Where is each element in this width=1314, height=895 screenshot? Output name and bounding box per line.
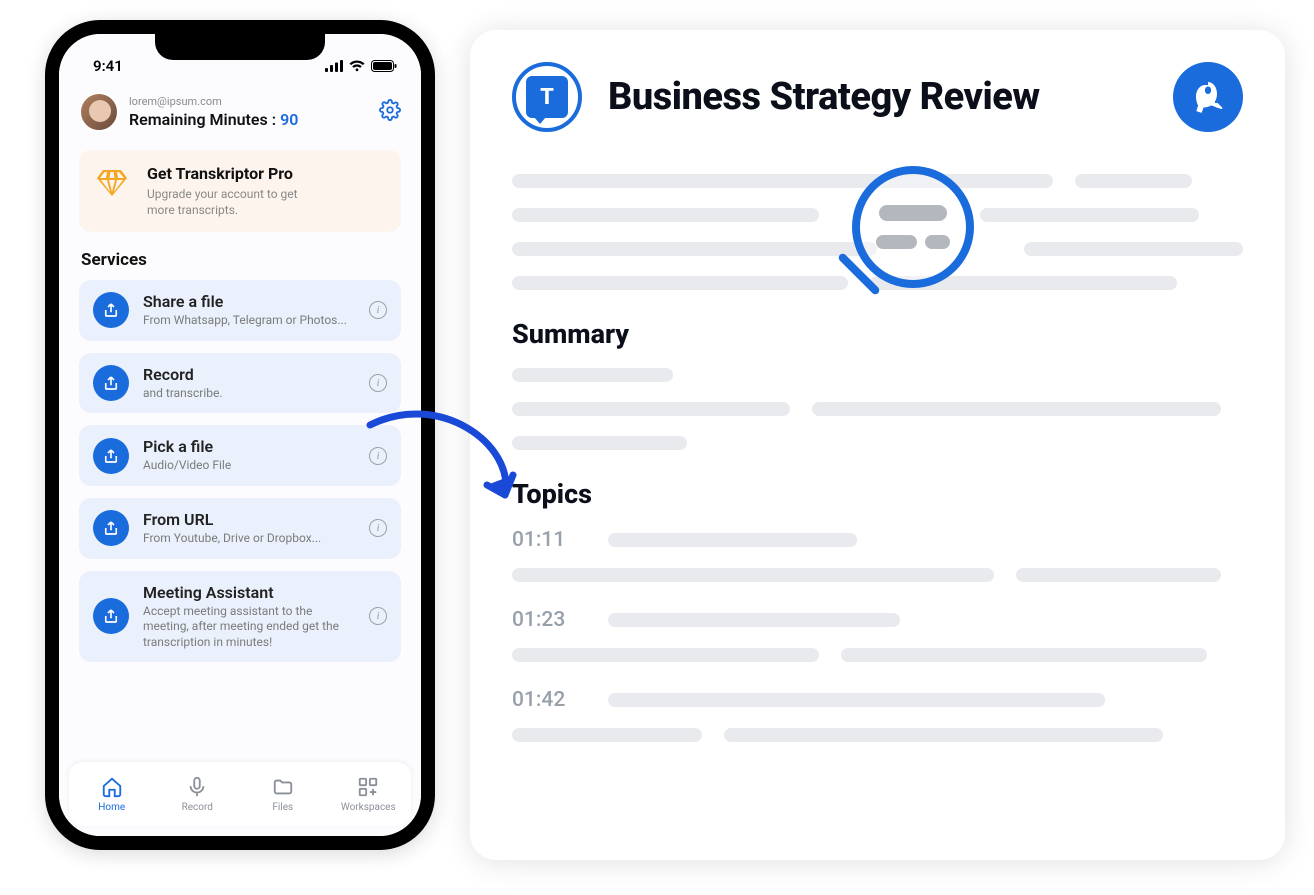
service-record[interactable]: Record and transcribe. i (79, 353, 401, 414)
upgrade-pro-card[interactable]: Get Transkriptor Pro Upgrade your accoun… (79, 150, 401, 232)
tab-label: Workspaces (341, 802, 396, 813)
pro-card-subtitle: Upgrade your account to get more transcr… (147, 187, 317, 218)
profile-header: lorem@ipsum.com Remaining Minutes : 90 (79, 92, 401, 132)
microphone-icon (186, 776, 208, 798)
result-card: T Business Strategy Review Summary Topic… (470, 30, 1285, 860)
service-title: Meeting Assistant (143, 583, 355, 602)
service-title: From URL (143, 510, 355, 529)
tab-workspaces[interactable]: Workspaces (333, 776, 403, 813)
gear-icon[interactable] (379, 99, 401, 125)
tab-label: Files (272, 802, 293, 813)
info-icon[interactable]: i (369, 607, 387, 625)
summary-heading: Summary (512, 318, 1243, 350)
grid-plus-icon (357, 776, 379, 798)
remaining-value: 90 (280, 110, 298, 129)
card-title: Business Strategy Review (608, 75, 1040, 119)
service-meeting-assistant[interactable]: Meeting Assistant Accept meeting assista… (79, 571, 401, 663)
tab-files[interactable]: Files (248, 776, 318, 813)
service-subtitle: and transcribe. (143, 386, 355, 402)
services-heading: Services (81, 250, 399, 270)
cellular-icon (325, 60, 343, 72)
topic-timestamp: 01:42 (512, 688, 568, 712)
service-subtitle: From Whatsapp, Telegram or Photos... (143, 313, 355, 329)
folder-icon (272, 776, 294, 798)
wifi-icon (349, 60, 365, 72)
upload-icon (93, 438, 129, 474)
bottom-tab-bar: Home Record Files Workspaces (69, 762, 411, 826)
user-email: lorem@ipsum.com (129, 95, 369, 108)
status-time: 9:41 (93, 57, 123, 75)
info-icon[interactable]: i (369, 301, 387, 319)
diamond-icon (95, 166, 129, 200)
tab-label: Record (182, 802, 213, 813)
upload-icon (93, 510, 129, 546)
topic-item[interactable]: 01:11 (512, 528, 1243, 582)
tab-home[interactable]: Home (77, 776, 147, 813)
topics-heading: Topics (512, 478, 1243, 510)
avatar[interactable] (79, 92, 119, 132)
magnifier-icon (852, 166, 974, 288)
service-subtitle: From Youtube, Drive or Dropbox... (143, 531, 355, 547)
rocket-icon[interactable] (1173, 62, 1243, 132)
remaining-label: Remaining Minutes : (129, 110, 276, 129)
service-subtitle: Accept meeting assistant to the meeting,… (143, 604, 355, 651)
service-from-url[interactable]: From URL From Youtube, Drive or Dropbox.… (79, 498, 401, 559)
transcript-placeholder (512, 174, 1243, 290)
remaining-minutes: Remaining Minutes : 90 (129, 110, 369, 129)
summary-placeholder (512, 368, 1243, 450)
service-share-file[interactable]: Share a file From Whatsapp, Telegram or … (79, 280, 401, 341)
service-title: Share a file (143, 292, 355, 311)
upload-icon (93, 598, 129, 634)
status-indicators (325, 60, 397, 72)
battery-icon (371, 60, 397, 72)
tab-record[interactable]: Record (162, 776, 232, 813)
topic-timestamp: 01:23 (512, 608, 568, 632)
upload-icon (93, 292, 129, 328)
service-title: Record (143, 365, 355, 384)
service-title: Pick a file (143, 437, 355, 456)
topic-item[interactable]: 01:42 (512, 688, 1243, 742)
info-icon[interactable]: i (369, 374, 387, 392)
pro-card-title: Get Transkriptor Pro (147, 164, 317, 183)
phone-notch (155, 34, 325, 60)
transkriptor-logo: T (512, 62, 582, 132)
service-pick-file[interactable]: Pick a file Audio/Video File i (79, 425, 401, 486)
service-subtitle: Audio/Video File (143, 458, 355, 474)
home-icon (101, 776, 123, 798)
tab-label: Home (98, 802, 125, 813)
upload-icon (93, 365, 129, 401)
topic-item[interactable]: 01:23 (512, 608, 1243, 662)
flow-arrow (355, 400, 525, 534)
